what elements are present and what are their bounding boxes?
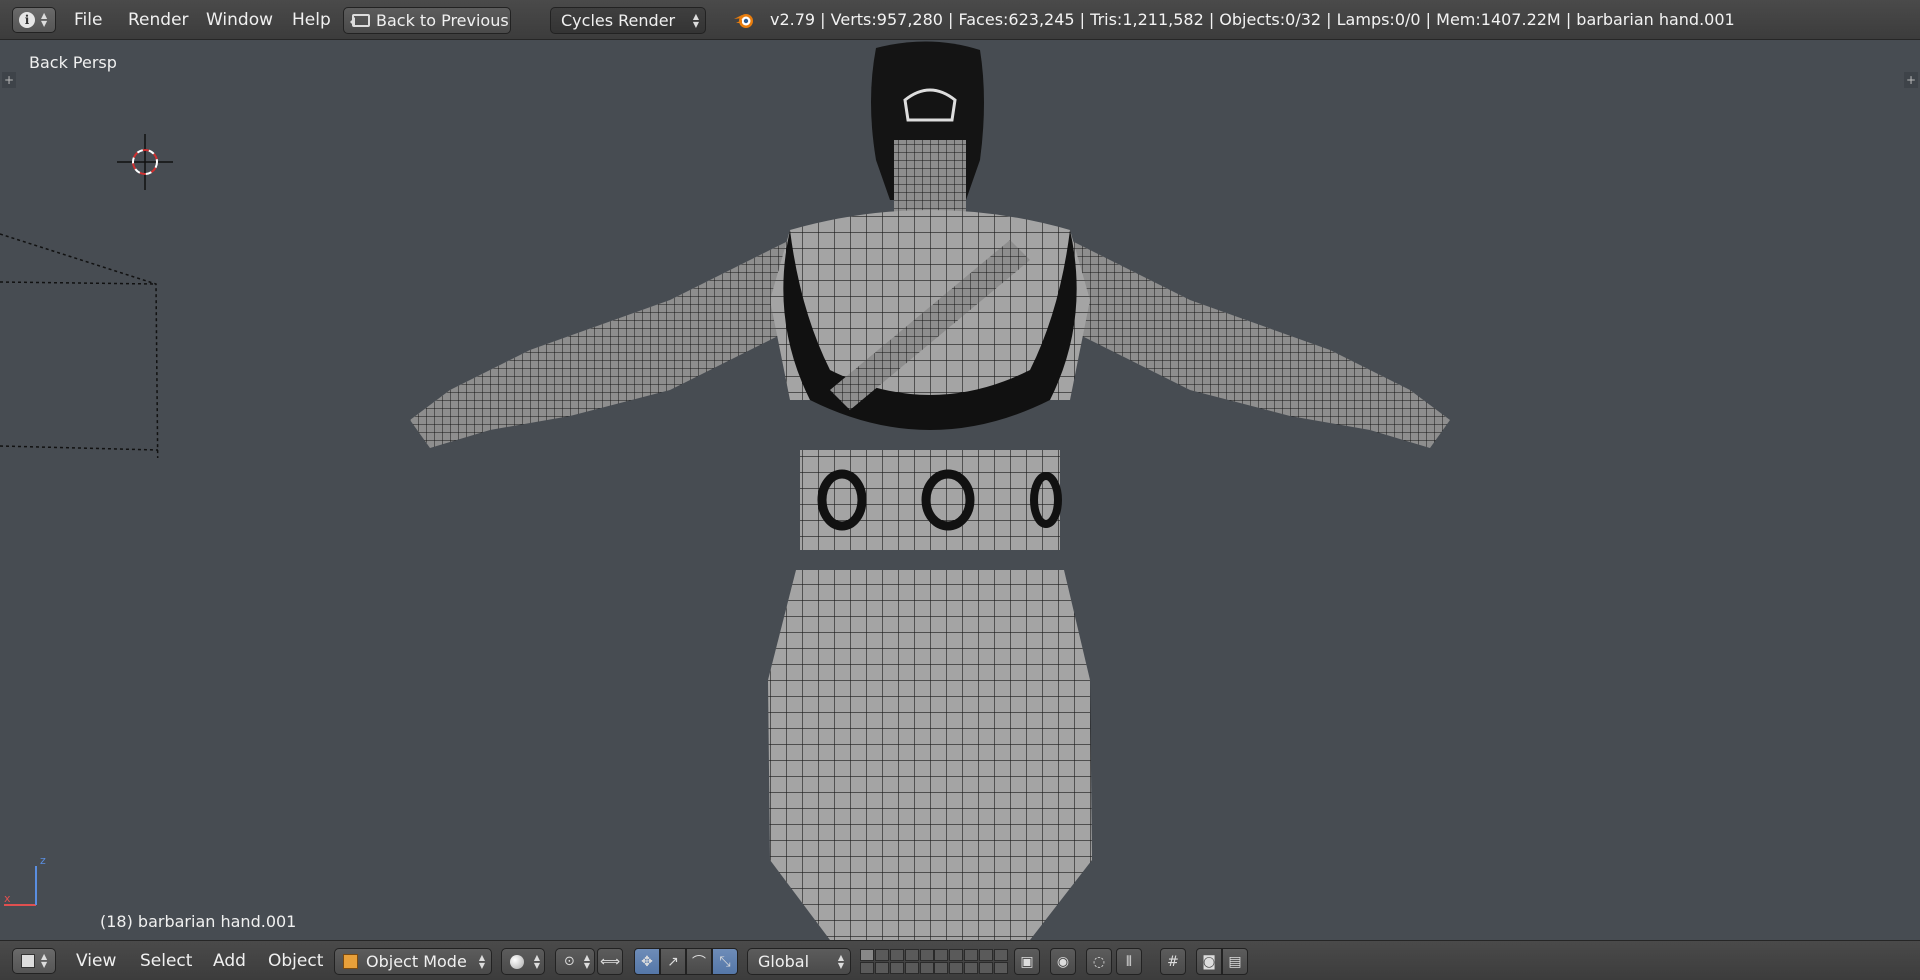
render-engine-value: Cycles Render <box>561 11 676 30</box>
menu-help[interactable]: Help <box>292 0 331 40</box>
character-mesh[interactable] <box>370 40 1490 940</box>
menu-file[interactable]: File <box>74 0 102 40</box>
pivot-point-select[interactable]: ⊙ ▲ ▼ <box>555 948 595 975</box>
viewport-shading-select[interactable]: ▲ ▼ <box>501 948 545 975</box>
up-down-arrows-icon: ▲ ▼ <box>533 953 540 970</box>
snap-arrows-button[interactable]: ⟺ <box>597 948 623 975</box>
layer-toggle[interactable] <box>875 962 889 974</box>
info-icon: i <box>19 12 35 28</box>
translate-icon: ↗ <box>667 953 679 970</box>
view3d-header: ▲ ▼ View Select Add Object Object Mode ▲ ▼… <box>0 940 1920 980</box>
menu-add[interactable]: Add <box>213 941 246 980</box>
layer-toggle[interactable] <box>949 949 963 961</box>
transform-orientation-value: Global <box>758 952 810 971</box>
layer-toggle[interactable] <box>949 962 963 974</box>
layer-toggle[interactable] <box>994 962 1008 974</box>
layer-toggle[interactable] <box>890 949 904 961</box>
scene-statistics: v2.79 | Verts:957,280 | Faces:623,245 | … <box>770 10 1735 29</box>
blender-logo-icon <box>734 14 753 28</box>
axis-gizmo: x z <box>4 854 46 906</box>
render-engine-select[interactable]: Cycles Render ▲ ▼ <box>550 7 706 34</box>
menu-render[interactable]: Render <box>128 0 189 40</box>
3d-viewport[interactable]: Back Persp + + x z (18) barbarian hand.0… <box>0 40 1920 940</box>
back-to-previous-label: Back to Previous <box>376 11 509 30</box>
layer-toggle[interactable] <box>890 962 904 974</box>
layer-toggle[interactable] <box>934 949 948 961</box>
menu-view[interactable]: View <box>76 941 116 980</box>
arrows-icon: ⟺ <box>599 953 621 970</box>
layer-toggle[interactable] <box>964 962 978 974</box>
render-anim-icon: ▤ <box>1228 953 1242 970</box>
manipulator-toggle[interactable]: ✥ <box>634 948 660 975</box>
layer-toggle[interactable] <box>860 962 874 974</box>
scale-icon: ⤡ <box>719 953 731 970</box>
back-screen-icon <box>350 14 370 27</box>
layer-toggle[interactable] <box>860 949 874 961</box>
snap-grid-icon: # <box>1167 953 1179 970</box>
up-down-arrows-icon: ▲ ▼ <box>837 953 844 970</box>
view-perspective-label: Back Persp <box>29 53 117 72</box>
proportional-edit-button[interactable]: ◌ <box>1086 948 1112 975</box>
layer-toggle[interactable] <box>920 949 934 961</box>
up-down-arrows-icon: ▲ ▼ <box>583 953 590 970</box>
proportional-edit-icon: ◌ <box>1092 953 1106 970</box>
snap-icon: ⦀ <box>1125 953 1133 970</box>
up-down-arrows-icon: ▲ ▼ <box>41 11 48 28</box>
up-down-arrows-icon: ▲ ▼ <box>41 952 48 969</box>
manipulator-icon: ✥ <box>641 953 653 970</box>
axis-z-label: z <box>40 854 46 867</box>
editor-type-button[interactable]: ▲ ▼ <box>12 948 56 974</box>
pivot-point-icon: ⊙ <box>564 954 575 969</box>
transform-orientation-select[interactable]: Global ▲ ▼ <box>747 948 851 975</box>
rotate-manipulator-button[interactable]: ⌒ <box>686 948 712 975</box>
up-down-arrows-icon: ▲ ▼ <box>478 953 485 970</box>
layer-toggle[interactable] <box>994 949 1008 961</box>
render-preview-icon: ◉ <box>1056 953 1070 970</box>
camera-object[interactable] <box>0 188 170 458</box>
up-down-arrows-icon: ▲ ▼ <box>692 12 699 29</box>
render-image-button[interactable]: ◙ <box>1196 948 1222 975</box>
render-preview-button[interactable]: ◉ <box>1050 948 1076 975</box>
menu-window[interactable]: Window <box>206 0 273 40</box>
active-object-label: (18) barbarian hand.001 <box>100 912 297 931</box>
lock-layers-button[interactable]: ▣ <box>1014 948 1040 975</box>
info-header: i ▲ ▼ File Render Window Help Back to Pre… <box>0 0 1920 40</box>
menu-select[interactable]: Select <box>140 941 192 980</box>
interaction-mode-value: Object Mode <box>366 952 467 971</box>
layer-toggle[interactable] <box>934 962 948 974</box>
snap-toggle-button[interactable]: # <box>1160 948 1186 975</box>
layer-toggle[interactable] <box>920 962 934 974</box>
layer-toggle[interactable] <box>979 949 993 961</box>
translate-manipulator-button[interactable]: ↗ <box>660 948 686 975</box>
layer-toggle[interactable] <box>875 949 889 961</box>
layer-toggle[interactable] <box>964 949 978 961</box>
cube-icon <box>21 954 35 968</box>
editor-type-button[interactable]: i ▲ ▼ <box>12 7 56 33</box>
layer-toggle[interactable] <box>905 962 919 974</box>
interaction-mode-select[interactable]: Object Mode ▲ ▼ <box>334 948 492 975</box>
rotate-icon: ⌒ <box>692 954 706 971</box>
render-image-icon: ◙ <box>1202 953 1216 970</box>
layers-grid-b[interactable] <box>934 949 1008 974</box>
scale-manipulator-button[interactable]: ⤡ <box>712 948 738 975</box>
3d-cursor-icon <box>117 134 173 190</box>
toolshelf-expand-icon[interactable]: + <box>2 72 16 88</box>
object-mode-icon <box>343 954 358 969</box>
layer-toggle[interactable] <box>979 962 993 974</box>
properties-expand-icon[interactable]: + <box>1904 72 1918 88</box>
layers-grid-a[interactable] <box>860 949 934 974</box>
back-to-previous-button[interactable]: Back to Previous <box>343 7 511 34</box>
solid-sphere-icon <box>510 954 524 969</box>
render-anim-button[interactable]: ▤ <box>1222 948 1248 975</box>
layer-toggle[interactable] <box>905 949 919 961</box>
menu-object[interactable]: Object <box>268 941 323 980</box>
snap-element-button[interactable]: ⦀ <box>1116 948 1142 975</box>
axis-x-label: x <box>4 892 11 905</box>
lock-layers-icon: ▣ <box>1020 953 1034 970</box>
